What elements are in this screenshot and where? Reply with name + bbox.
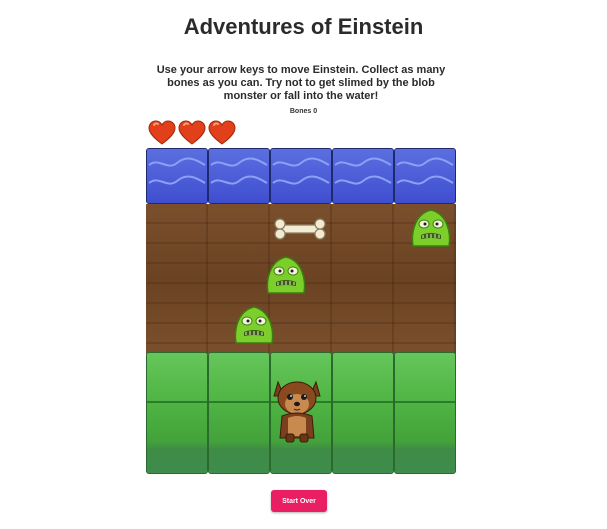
game-title: Adventures of Einstein: [183, 14, 424, 39]
grass-tile: [332, 352, 394, 474]
water-tile: [394, 148, 456, 204]
bone-icon: [274, 218, 326, 240]
heart-icon: [148, 120, 176, 145]
water-tile: [332, 148, 394, 204]
start-over-button[interactable]: Start Over: [271, 490, 327, 512]
heart-icon: [178, 120, 206, 145]
game-page: Adventures of Einstein Use your arrow ke…: [0, 0, 607, 529]
slime-monster-icon: [266, 256, 306, 294]
slime-monster-icon: [411, 209, 451, 247]
water-tile: [146, 148, 208, 204]
water-tile: [208, 148, 270, 204]
bones-score: Bones 0: [289, 108, 318, 115]
grass-tile: [394, 352, 456, 474]
grass-tile: [146, 352, 208, 474]
dog-einstein-icon: [273, 380, 321, 443]
slime-monster-icon: [234, 306, 274, 344]
heart-icon: [208, 120, 236, 145]
instructions-text: Use your arrow keys to move Einstein. Co…: [156, 64, 446, 102]
lives-display: [148, 120, 236, 146]
grass-tile: [208, 352, 270, 474]
game-board[interactable]: [146, 148, 456, 476]
water-tile: [270, 148, 332, 204]
